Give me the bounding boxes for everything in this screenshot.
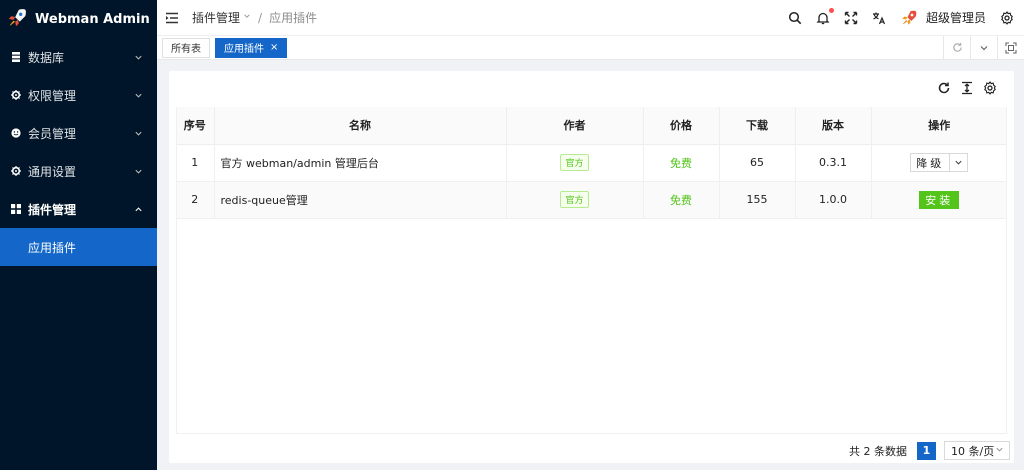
table-header-row: 序号 名称 作者 价格 下载 版本 操作 — [176, 107, 1007, 145]
sidebar-item-label: 通用设置 — [28, 164, 77, 179]
tab-label: 应用插件 — [224, 44, 264, 55]
column-header: 作者 — [506, 107, 644, 145]
cell-price: 免费 — [643, 181, 720, 219]
cell-index: 1 — [176, 144, 215, 182]
maximize-icon[interactable] — [997, 35, 1024, 60]
tab-tools — [943, 35, 1024, 60]
search-icon[interactable] — [788, 11, 802, 25]
grid-icon — [11, 204, 21, 214]
column-header: 操作 — [871, 107, 1007, 145]
tab-all-tables[interactable]: 所有表 — [162, 37, 210, 58]
column-header: 下载 — [719, 107, 796, 145]
chevron-down-icon — [134, 167, 143, 176]
gear-icon — [11, 90, 21, 100]
page-size-value: 10 条/页 — [951, 444, 995, 458]
column-header: 版本 — [795, 107, 872, 145]
cell-action: 安装 — [871, 181, 1007, 219]
sidebar-item-database[interactable]: 数据库 — [0, 38, 157, 76]
close-icon[interactable]: × — [270, 42, 278, 53]
chevron-down-icon — [134, 129, 143, 138]
cell-version: 0.3.1 — [795, 144, 872, 182]
cell-version: 1.0.0 — [795, 181, 872, 219]
header-actions: 超级管理员 — [788, 7, 1024, 27]
column-height-icon[interactable] — [960, 81, 974, 95]
plugins-table: 序号 名称 作者 价格 下载 版本 操作 1 官方 webman/admin 管… — [176, 107, 1007, 219]
breadcrumb-parent[interactable]: 插件管理 — [192, 9, 240, 26]
sidebar-item-label: 数据库 — [28, 50, 65, 65]
sidebar-item-label: 会员管理 — [28, 126, 77, 141]
table-toolbar — [937, 81, 997, 95]
chevron-up-icon — [134, 205, 143, 214]
content-card: 序号 名称 作者 价格 下载 版本 操作 1 官方 webman/admin 管… — [169, 71, 1014, 463]
table-row: 1 官方 webman/admin 管理后台 官方 免费 65 0.3.1 降级 — [176, 144, 1007, 182]
pagination: 共 2 条数据 1 10 条/页 — [849, 441, 1010, 460]
cell-downloads: 65 — [719, 144, 796, 182]
sidebar-subitem-app-plugins[interactable]: 应用插件 — [0, 228, 157, 266]
cell-author: 官方 — [506, 144, 644, 182]
chevron-down-icon[interactable] — [970, 35, 997, 60]
chevron-down-icon — [995, 445, 1004, 457]
breadcrumb-separator: / — [258, 10, 263, 25]
notification-dot — [828, 7, 834, 13]
refresh-icon[interactable] — [937, 81, 951, 95]
fullscreen-icon[interactable] — [844, 11, 858, 25]
sidebar-item-settings[interactable]: 通用设置 — [0, 152, 157, 190]
app-title: Webman Admin — [35, 11, 150, 27]
sidebar-subitem-label: 应用插件 — [28, 240, 77, 255]
menu-collapse-icon[interactable] — [165, 11, 179, 25]
sidebar-item-permissions[interactable]: 权限管理 — [0, 76, 157, 114]
cell-downloads: 155 — [719, 181, 796, 219]
chevron-down-icon — [134, 53, 143, 62]
logo[interactable]: Webman Admin — [0, 0, 157, 38]
cell-name: redis-queue管理 — [214, 181, 507, 219]
page-size-select[interactable]: 10 条/页 — [944, 441, 1010, 460]
downgrade-button-group: 降级 — [910, 153, 969, 172]
username[interactable]: 超级管理员 — [926, 9, 986, 26]
column-header: 序号 — [176, 107, 215, 145]
sidebar-item-label: 权限管理 — [28, 88, 77, 103]
author-tag: 官方 — [560, 154, 589, 171]
sidebar-item-members[interactable]: 会员管理 — [0, 114, 157, 152]
column-header: 价格 — [643, 107, 720, 145]
page-number-button[interactable]: 1 — [917, 441, 936, 460]
author-tag: 官方 — [560, 191, 589, 208]
smile-icon — [11, 128, 21, 138]
tab-app-plugins[interactable]: 应用插件 × — [215, 37, 288, 58]
translate-icon[interactable] — [872, 11, 886, 25]
cell-author: 官方 — [506, 181, 644, 219]
avatar[interactable] — [900, 9, 918, 27]
tab-label: 所有表 — [171, 44, 201, 55]
cell-action: 降级 — [871, 144, 1007, 182]
table-row: 2 redis-queue管理 官方 免费 155 1.0.0 安装 — [176, 181, 1007, 219]
refresh-icon[interactable] — [943, 35, 970, 60]
cell-index: 2 — [176, 181, 215, 219]
sidebar-item-label: 插件管理 — [28, 202, 77, 217]
settings-gear-icon[interactable] — [1000, 10, 1014, 25]
cell-name: 官方 webman/admin 管理后台 — [214, 144, 507, 182]
sidebar-item-plugins[interactable]: 插件管理 — [0, 190, 157, 228]
top-header: 插件管理 / 应用插件 超级管理员 — [157, 0, 1024, 36]
rocket-logo-icon — [6, 7, 28, 32]
breadcrumb: 插件管理 / 应用插件 — [192, 9, 317, 26]
cell-price: 免费 — [643, 144, 720, 182]
chevron-down-icon — [955, 160, 962, 165]
database-icon — [11, 52, 21, 62]
bell-icon[interactable] — [816, 7, 834, 25]
tab-bar: 所有表 应用插件 × — [157, 35, 1024, 60]
breadcrumb-current: 应用插件 — [269, 11, 318, 25]
version-dropdown-button[interactable] — [950, 153, 969, 172]
pagination-total: 共 2 条数据 — [849, 444, 907, 458]
install-button[interactable]: 安装 — [919, 190, 960, 209]
chevron-down-icon — [134, 91, 143, 100]
chevron-down-icon[interactable] — [243, 12, 251, 23]
column-header: 名称 — [214, 107, 507, 145]
settings-gear-icon[interactable] — [983, 81, 997, 95]
downgrade-button[interactable]: 降级 — [910, 153, 951, 172]
sidebar: Webman Admin 数据库 权限管理 会员管理 通用设置 插件管理 应用插… — [0, 0, 157, 470]
gear-icon — [11, 166, 21, 176]
